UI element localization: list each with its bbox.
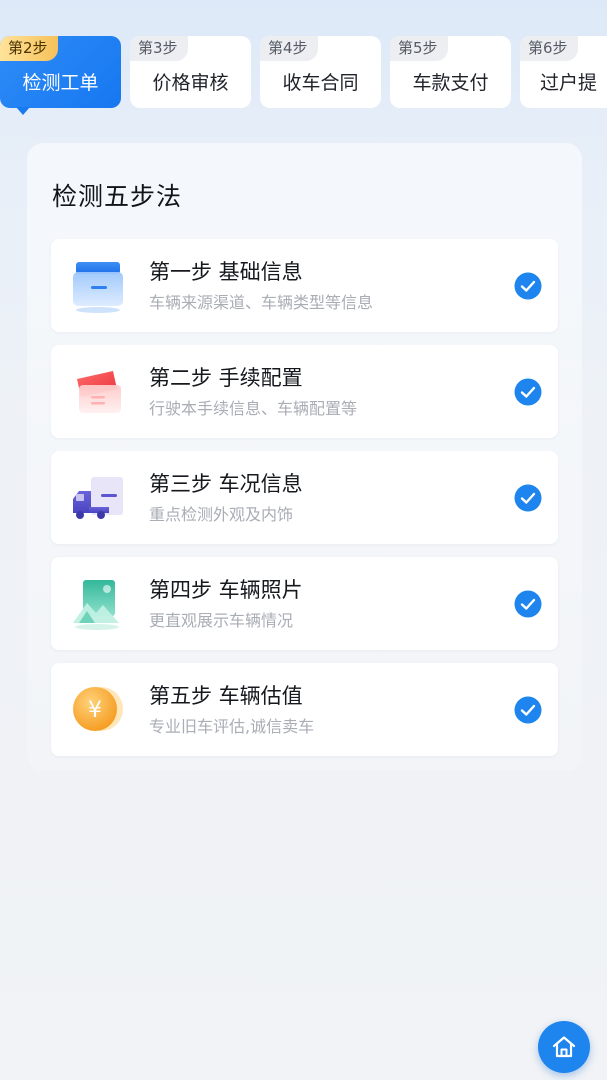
check-circle-icon — [514, 378, 542, 406]
tab-label: 价格审核 — [152, 72, 229, 94]
tab-label: 过户提 — [540, 72, 598, 94]
truck-icon — [69, 469, 127, 527]
step-card-photos[interactable]: 第四步 车辆照片 更直观展示车辆情况 — [51, 557, 558, 650]
step-title: 第二步 手续配置 — [149, 366, 303, 390]
step-title: 第四步 车辆照片 — [149, 578, 303, 602]
tab-step-3[interactable]: 第3步 价格审核 — [130, 36, 251, 108]
photo-icon — [69, 575, 127, 633]
step-card-valuation[interactable]: ¥ 第五步 车辆估值 专业旧车评估,诚信卖车 — [51, 663, 558, 756]
step-description: 车辆来源渠道、车辆类型等信息 — [149, 293, 374, 312]
svg-text:¥: ¥ — [88, 698, 102, 723]
tab-step-5[interactable]: 第5步 车款支付 — [390, 36, 511, 108]
tab-step-4[interactable]: 第4步 收车合同 — [260, 36, 381, 108]
inspection-panel: 检测五步法 第一步 基础信息 车辆来源渠道、车辆类型等信息 第二步 手续配置 行… — [27, 143, 582, 771]
tab-step-badge: 第6步 — [520, 36, 578, 61]
step-card-basic-info[interactable]: 第一步 基础信息 车辆来源渠道、车辆类型等信息 — [51, 239, 558, 332]
step-description: 行驶本手续信息、车辆配置等 — [149, 399, 358, 418]
step-title: 第一步 基础信息 — [149, 260, 303, 284]
home-button[interactable] — [538, 1021, 590, 1073]
step-tabs: 第2步 检测工单 第3步 价格审核 第4步 收车合同 第5步 车款支付 第6步 … — [0, 36, 607, 116]
step-title: 第三步 车况信息 — [149, 472, 303, 496]
step-description: 重点检测外观及内饰 — [149, 505, 294, 524]
check-circle-icon — [514, 272, 542, 300]
home-icon — [552, 1036, 576, 1058]
tab-label: 收车合同 — [282, 72, 359, 94]
step-title: 第五步 车辆估值 — [149, 684, 303, 708]
inbox-tray-icon — [69, 257, 127, 315]
panel-title: 检测五步法 — [52, 182, 183, 211]
step-description: 专业旧车评估,诚信卖车 — [149, 717, 315, 736]
documents-card-icon — [69, 363, 127, 421]
tab-label: 车款支付 — [412, 72, 489, 94]
tab-step-6[interactable]: 第6步 过户提 — [520, 36, 607, 108]
yuan-coin-icon: ¥ — [69, 681, 127, 739]
check-circle-icon — [514, 590, 542, 618]
tab-step-badge: 第4步 — [260, 36, 318, 61]
check-circle-icon — [514, 696, 542, 724]
tab-label: 检测工单 — [22, 72, 99, 94]
check-circle-icon — [514, 484, 542, 512]
step-card-procedures[interactable]: 第二步 手续配置 行驶本手续信息、车辆配置等 — [51, 345, 558, 438]
tab-step-badge: 第5步 — [390, 36, 448, 61]
step-card-condition[interactable]: 第三步 车况信息 重点检测外观及内饰 — [51, 451, 558, 544]
tab-step-badge: 第3步 — [130, 36, 188, 61]
tab-step-badge: 第2步 — [0, 36, 58, 61]
tab-step-2[interactable]: 第2步 检测工单 — [0, 36, 121, 115]
step-description: 更直观展示车辆情况 — [149, 611, 294, 630]
